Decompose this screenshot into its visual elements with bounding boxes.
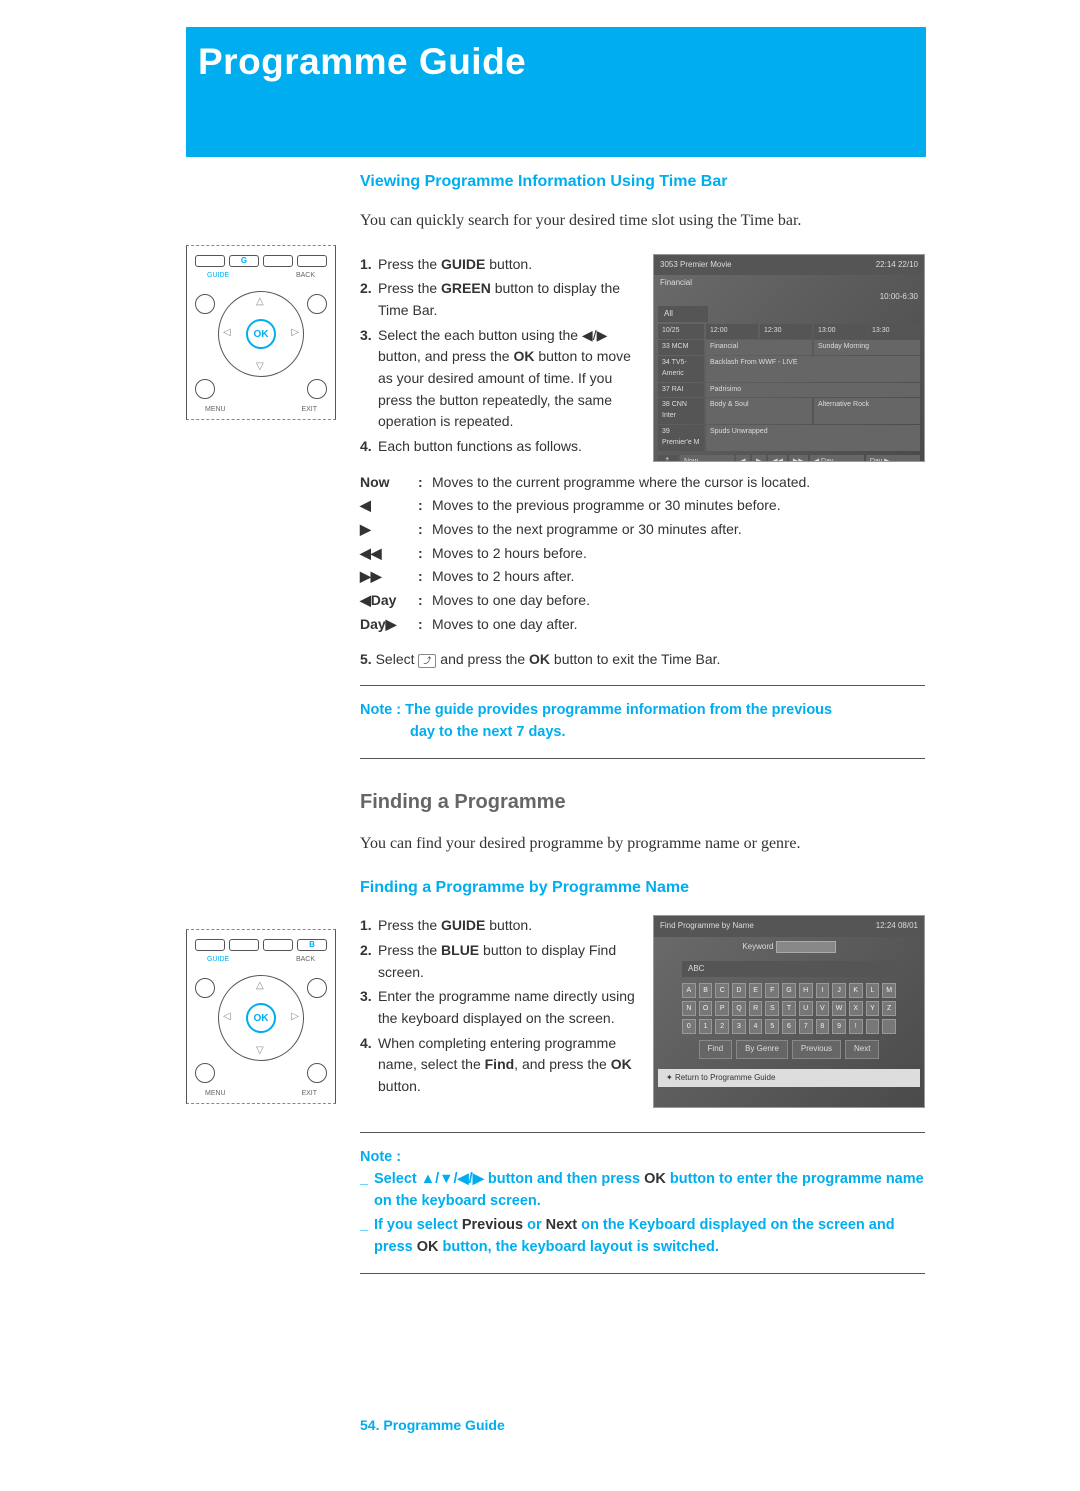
remote-btn — [229, 939, 259, 951]
page-title: Programme Guide — [198, 41, 908, 83]
page-header: Programme Guide — [186, 27, 926, 157]
remote-btn-blue: B — [297, 939, 327, 951]
step-text: When completing entering programme name,… — [378, 1035, 632, 1094]
step-text: Each button functions as follows. — [378, 438, 582, 454]
remote-label-back: BACK — [296, 272, 315, 279]
exit-icon: ⤴ — [418, 654, 436, 668]
divider — [360, 1273, 925, 1274]
divider — [360, 1132, 925, 1133]
step5: 5. Select ⤴ and press the OK button to e… — [360, 649, 925, 671]
remote-label-menu: MENU — [205, 1090, 226, 1097]
remote-btn — [263, 255, 293, 267]
remote-btn — [195, 939, 225, 951]
def-key: ▶ — [360, 519, 418, 541]
step-text: Enter the programme name directly using … — [378, 988, 635, 1026]
remote-btn — [263, 939, 293, 951]
remote-round-btn — [307, 978, 327, 998]
section1-steps: Press the GUIDE button. Press the GREEN … — [360, 254, 925, 458]
arrow-up-icon: △ — [256, 980, 264, 991]
arrow-right-icon: ▷ — [291, 1011, 299, 1022]
remote-round-btn — [307, 379, 327, 399]
remote-round-btn — [307, 294, 327, 314]
remote-label-guide: GUIDE — [207, 956, 229, 963]
arrow-down-icon: ▽ — [256, 1045, 264, 1056]
remote-btn-green: G — [229, 255, 259, 267]
divider — [360, 685, 925, 686]
arrow-left-icon: ◁ — [223, 327, 231, 338]
section2-subheading: Finding a Programme by Programme Name — [360, 876, 925, 901]
def-key: Day▶ — [360, 614, 418, 636]
section2-intro: You can find your desired programme by p… — [360, 832, 925, 857]
remote-ok-button: OK — [246, 1003, 276, 1033]
remote-label-exit: EXIT — [301, 1090, 317, 1097]
button-definitions: Now:Moves to the current programme where… — [360, 472, 925, 636]
section2-notes: Note : _ Select ▲/▼/◀/▶ button and then … — [360, 1147, 925, 1259]
section2-heading: Finding a Programme — [360, 787, 925, 818]
remote-btn — [195, 255, 225, 267]
remote-diagram-2: B GUIDE BACK △ ▽ ◁ ▷ OK MENU EXIT — [186, 929, 336, 1104]
def-val: Moves to 2 hours after. — [432, 566, 925, 588]
section1-heading: Viewing Programme Information Using Time… — [360, 170, 925, 195]
remote-label-menu: MENU — [205, 406, 226, 413]
def-key: ◀Day — [360, 590, 418, 612]
divider — [360, 758, 925, 759]
remote-round-btn — [195, 1063, 215, 1083]
arrow-right-icon: ▷ — [291, 327, 299, 338]
page-footer: 54. Programme Guide — [360, 1417, 505, 1433]
arrow-up-icon: △ — [256, 296, 264, 307]
section2-steps: Press the GUIDE button. Press the BLUE b… — [360, 915, 925, 1098]
remote-round-btn — [195, 978, 215, 998]
main-content: Viewing Programme Information Using Time… — [360, 170, 925, 1288]
arrow-down-icon: ▽ — [256, 361, 264, 372]
def-val: Moves to the next programme or 30 minute… — [432, 519, 925, 541]
step-text: Select the each button using the ◀/▶ but… — [378, 327, 631, 430]
step-text: Press the BLUE button to display Find sc… — [378, 942, 616, 980]
remote-ok-button: OK — [246, 319, 276, 349]
step-text: Press the GUIDE button. — [378, 917, 532, 933]
remote-round-btn — [307, 1063, 327, 1083]
section1-intro: You can quickly search for your desired … — [360, 209, 925, 234]
def-key: Now — [360, 472, 418, 494]
def-val: Moves to one day after. — [432, 614, 925, 636]
def-val: Moves to one day before. — [432, 590, 925, 612]
remote-round-btn — [195, 379, 215, 399]
def-key: ▶▶ — [360, 566, 418, 588]
remote-label-guide: GUIDE — [207, 272, 229, 279]
def-val: Moves to the previous programme or 30 mi… — [432, 495, 925, 517]
def-key: ◀ — [360, 495, 418, 517]
remote-label-exit: EXIT — [301, 406, 317, 413]
section1-note: Note : The guide provides programme info… — [360, 700, 925, 744]
remote-diagram-1: G GUIDE BACK △ ▽ ◁ ▷ OK MENU EXIT — [186, 245, 336, 420]
remote-label-back: BACK — [296, 956, 315, 963]
remote-btn — [297, 255, 327, 267]
def-val: Moves to 2 hours before. — [432, 543, 925, 565]
arrow-left-icon: ◁ — [223, 1011, 231, 1022]
def-key: ◀◀ — [360, 543, 418, 565]
step-text: Press the GREEN button to display the Ti… — [378, 280, 620, 318]
remote-round-btn — [195, 294, 215, 314]
step-text: Press the GUIDE button. — [378, 256, 532, 272]
def-val: Moves to the current programme where the… — [432, 472, 925, 494]
